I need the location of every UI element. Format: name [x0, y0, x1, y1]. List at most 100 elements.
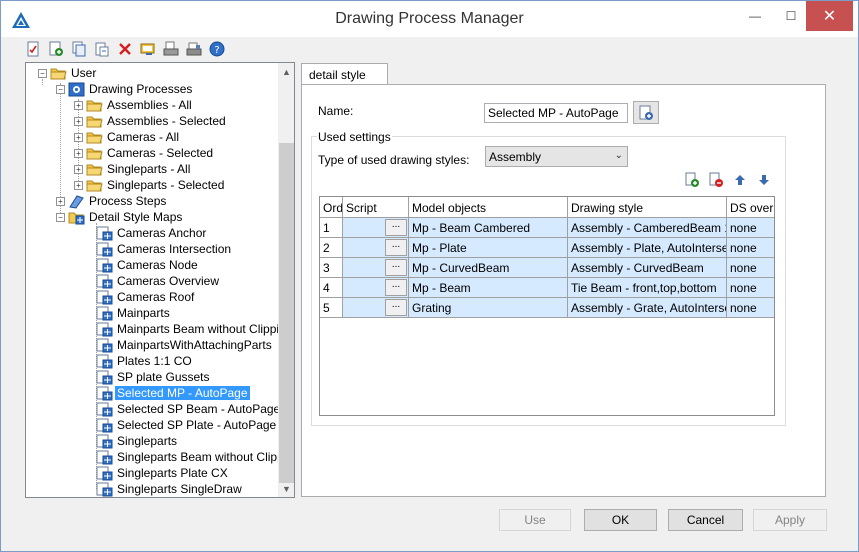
cell-drawing-style[interactable]: Assembly - CamberedBeam 1: [568, 218, 727, 238]
expand-icon[interactable]: +: [74, 164, 83, 174]
cell-ord[interactable]: 4: [320, 278, 343, 298]
cell-model-objects[interactable]: Mp - Beam: [409, 278, 568, 298]
help-button[interactable]: ?: [207, 39, 227, 59]
maximize-button[interactable]: ☐: [773, 1, 809, 31]
tree-node-style-map[interactable]: Mainparts Beam without Clipping: [96, 321, 278, 337]
tree-node-style-map[interactable]: Singleparts Plate CX: [96, 465, 230, 481]
use-button[interactable]: Use: [499, 509, 571, 531]
tree-node-style-map[interactable]: Cameras Overview: [96, 273, 221, 289]
cell-script[interactable]: ...: [343, 278, 409, 298]
cell-ds-override[interactable]: none: [727, 218, 774, 238]
cell-ds-override[interactable]: none: [727, 298, 774, 318]
close-button[interactable]: ✕: [806, 1, 853, 31]
tree-view[interactable]: − User − Drawing Processes + Assemblies - All…: [25, 62, 295, 498]
cell-script[interactable]: ...: [343, 218, 409, 238]
export-button[interactable]: [161, 39, 181, 59]
expand-icon[interactable]: +: [74, 180, 83, 190]
column-header-script[interactable]: Script: [343, 197, 409, 218]
cell-model-objects[interactable]: Mp - Plate: [409, 238, 568, 258]
tree-node-process-steps[interactable]: + Process Steps: [56, 193, 168, 209]
cell-ds-override[interactable]: none: [727, 238, 774, 258]
collapse-icon[interactable]: −: [38, 68, 47, 78]
type-select[interactable]: Assembly ⌄: [485, 146, 628, 167]
table-row[interactable]: 1... Mp - Beam Cambered Assembly - Cambere…: [320, 218, 774, 238]
cell-ds-override[interactable]: none: [727, 278, 774, 298]
tree-node-style-map[interactable]: Selected MP - AutoPage: [96, 385, 250, 401]
name-edit-button[interactable]: [633, 101, 659, 124]
tree-node-drawing-process[interactable]: + Cameras - Selected: [74, 145, 215, 161]
table-row[interactable]: 5... Grating Assembly - Grate, AutoInterse…: [320, 298, 774, 318]
tree-node-drawing-process[interactable]: + Singleparts - Selected: [74, 177, 226, 193]
table-row[interactable]: 2... Mp - Plate Assembly - Plate, AutoInte…: [320, 238, 774, 258]
script-browse-button[interactable]: ...: [385, 219, 407, 236]
tree-node-style-map[interactable]: Selected SP Plate - AutoPage: [96, 417, 278, 433]
cancel-button[interactable]: Cancel: [668, 509, 743, 531]
expand-icon[interactable]: +: [74, 116, 83, 126]
collapse-icon[interactable]: −: [56, 212, 65, 222]
paste-doc-button[interactable]: [92, 39, 112, 59]
cell-ord[interactable]: 5: [320, 298, 343, 318]
column-header-model-objects[interactable]: Model objects: [409, 197, 568, 218]
cell-script[interactable]: ...: [343, 258, 409, 278]
expand-icon[interactable]: +: [74, 132, 83, 142]
expand-icon[interactable]: +: [74, 100, 83, 110]
cell-script[interactable]: ...: [343, 238, 409, 258]
scroll-down-arrow-icon[interactable]: ▼: [278, 480, 294, 497]
tree-node-style-map[interactable]: Singleparts SingleDraw: [96, 481, 244, 497]
scroll-up-arrow-icon[interactable]: ▲: [278, 63, 294, 80]
new-doc-button[interactable]: [46, 39, 66, 59]
apply-button[interactable]: Apply: [753, 509, 827, 531]
style-grid[interactable]: Ord Script Model objects Drawing style D…: [319, 196, 775, 416]
move-down-button[interactable]: [753, 171, 775, 189]
tree-node-style-map[interactable]: Selected SP Beam - AutoPage: [96, 401, 278, 417]
import-button[interactable]: [138, 39, 158, 59]
tree-node-style-map[interactable]: Cameras Anchor: [96, 225, 208, 241]
name-input[interactable]: Selected MP - AutoPage: [484, 103, 628, 123]
tab-detail-style-map[interactable]: detail style map: [301, 63, 388, 96]
tree-node-drawing-processes[interactable]: − Drawing Processes: [56, 81, 194, 97]
copy-doc-button[interactable]: [69, 39, 89, 59]
tree-node-user[interactable]: − User: [38, 65, 98, 81]
print-button[interactable]: [184, 39, 204, 59]
column-header-ord[interactable]: Ord: [320, 197, 343, 218]
delete-button[interactable]: [115, 39, 135, 59]
cell-model-objects[interactable]: Grating: [409, 298, 568, 318]
expand-icon[interactable]: +: [74, 148, 83, 158]
cell-drawing-style[interactable]: Assembly - Plate, AutoInterse: [568, 238, 727, 258]
tree-node-style-map[interactable]: Singleparts: [96, 433, 179, 449]
column-header-ds-override[interactable]: DS overr: [727, 197, 774, 218]
script-browse-button[interactable]: ...: [385, 299, 407, 316]
cell-ord[interactable]: 1: [320, 218, 343, 238]
tree-node-style-map[interactable]: MainpartsWithAttachingParts: [96, 337, 274, 353]
cell-model-objects[interactable]: Mp - CurvedBeam: [409, 258, 568, 278]
add-row-button[interactable]: [681, 171, 703, 189]
check-doc-button[interactable]: [23, 39, 43, 59]
tree-node-style-map[interactable]: Cameras Node: [96, 257, 200, 273]
ok-button[interactable]: OK: [584, 509, 657, 531]
script-browse-button[interactable]: ...: [385, 259, 407, 276]
column-header-drawing-style[interactable]: Drawing style: [568, 197, 727, 218]
cell-model-objects[interactable]: Mp - Beam Cambered: [409, 218, 568, 238]
cell-ds-override[interactable]: none: [727, 258, 774, 278]
table-row[interactable]: 4... Mp - Beam Tie Beam - front,top,bottom…: [320, 278, 774, 298]
cell-ord[interactable]: 2: [320, 238, 343, 258]
tree-scrollbar[interactable]: ▲ ▼: [278, 63, 294, 497]
cell-ord[interactable]: 3: [320, 258, 343, 278]
tree-node-style-map[interactable]: Cameras Roof: [96, 289, 196, 305]
scroll-thumb[interactable]: [279, 143, 294, 483]
cell-drawing-style[interactable]: Tie Beam - front,top,bottom: [568, 278, 727, 298]
cell-drawing-style[interactable]: Assembly - Grate, AutoInterse: [568, 298, 727, 318]
tree-node-style-map[interactable]: Singleparts Beam without Clipping: [96, 449, 278, 465]
tree-node-drawing-process[interactable]: + Assemblies - All: [74, 97, 194, 113]
table-row[interactable]: 3... Mp - CurvedBeam Assembly - CurvedBeam…: [320, 258, 774, 278]
expand-icon[interactable]: +: [56, 196, 65, 206]
tree-node-style-map[interactable]: Plates 1:1 CO: [96, 353, 194, 369]
cell-drawing-style[interactable]: Assembly - CurvedBeam: [568, 258, 727, 278]
tree-node-style-map[interactable]: Mainparts: [96, 305, 172, 321]
remove-row-button[interactable]: [705, 171, 727, 189]
tree-node-detail-style-maps[interactable]: − Detail Style Maps: [56, 209, 184, 225]
tree-node-style-map[interactable]: SP plate Gussets: [96, 369, 212, 385]
script-browse-button[interactable]: ...: [385, 279, 407, 296]
tree-node-style-map[interactable]: Cameras Intersection: [96, 241, 233, 257]
tree-node-drawing-process[interactable]: + Assemblies - Selected: [74, 113, 228, 129]
